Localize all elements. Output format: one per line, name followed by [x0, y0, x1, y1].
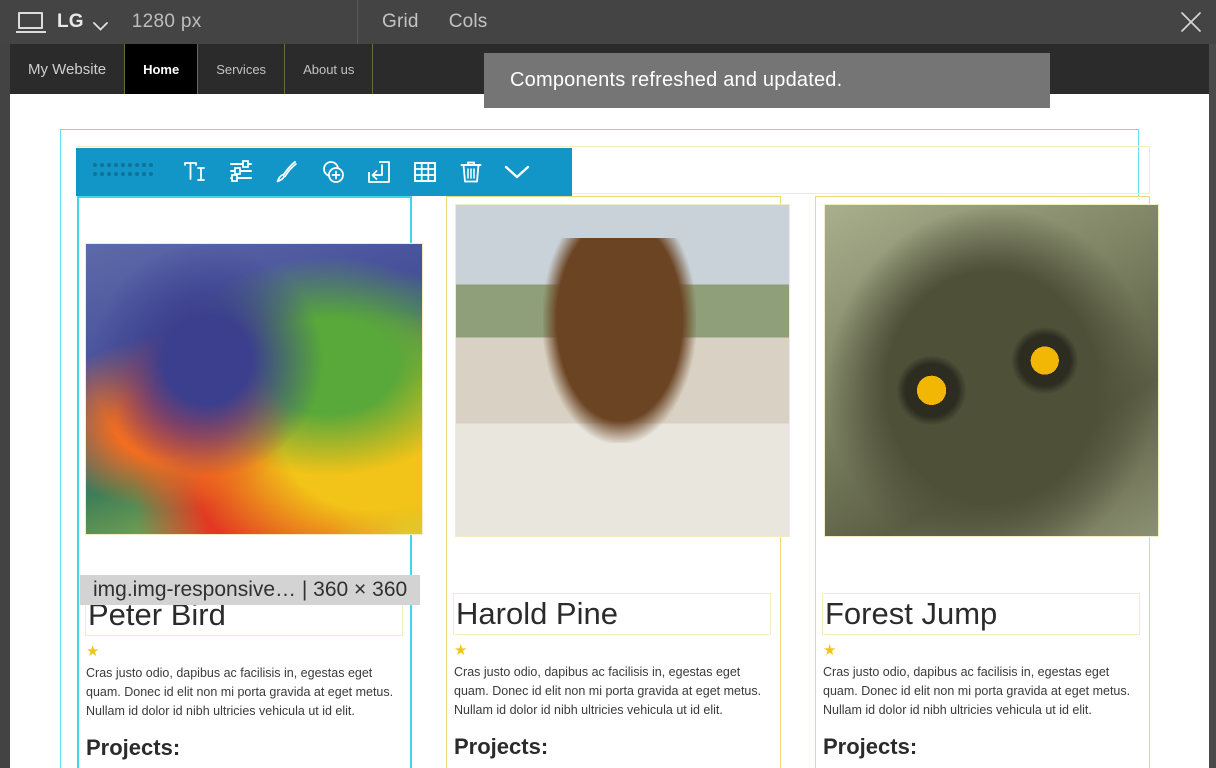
element-info-badge: img.img-responsive… | 360 × 360: [80, 575, 421, 605]
projects-heading: Projects:: [823, 734, 918, 759]
team-cards-row: Peter Bird ★ Cras justo odio, dapibus ac…: [77, 196, 1159, 768]
card-title-box[interactable]: Harold Pine: [453, 593, 771, 635]
grid-toggle-button[interactable]: Grid: [382, 11, 419, 33]
component-toolbar[interactable]: [76, 148, 572, 196]
settings-sliders-icon[interactable]: [218, 148, 264, 196]
parrot-photo[interactable]: [85, 243, 423, 535]
chevron-down-icon[interactable]: [92, 18, 108, 31]
nav-item-home[interactable]: Home: [125, 44, 199, 94]
team-card[interactable]: Forest Jump ★ Cras justo odio, dapibus a…: [815, 196, 1159, 768]
element-selector-label: img.img-responsive… | 360 × 360: [93, 578, 408, 601]
add-component-icon[interactable]: [310, 148, 356, 196]
team-card[interactable]: Peter Bird ★ Cras justo odio, dapibus ac…: [77, 196, 423, 768]
monitor-icon: [16, 11, 46, 33]
star-icon: ★: [86, 643, 100, 660]
trash-icon[interactable]: [448, 148, 494, 196]
editor-left-gutter: [0, 44, 10, 768]
device-toolbar-right: [1180, 11, 1216, 33]
cols-toggle-button[interactable]: Cols: [449, 11, 488, 33]
card-name: Harold Pine: [456, 596, 618, 631]
projects-heading: Projects:: [86, 735, 181, 760]
close-icon[interactable]: [1180, 11, 1202, 33]
toast-notification: Components refreshed and updated.: [484, 53, 1050, 108]
toast-message: Components refreshed and updated.: [510, 69, 843, 91]
team-card[interactable]: Harold Pine ★ Cras justo odio, dapibus a…: [446, 196, 790, 768]
nav-item-about-us[interactable]: About us: [285, 44, 374, 94]
card-name: Forest Jump: [825, 596, 998, 631]
navbar-brand[interactable]: My Website: [10, 44, 126, 94]
projects-heading: Projects:: [454, 734, 549, 759]
owl-photo[interactable]: [824, 204, 1159, 537]
horse-photo[interactable]: [455, 204, 790, 537]
view-options: Grid Cols: [358, 0, 488, 44]
device-selector[interactable]: LG 1280 px: [0, 0, 357, 44]
device-name-label: LG: [57, 11, 84, 32]
card-title-box[interactable]: Forest Jump: [822, 593, 1140, 635]
paintbrush-icon[interactable]: [264, 148, 310, 196]
table-grid-icon[interactable]: [402, 148, 448, 196]
editor-right-gutter: [1209, 44, 1216, 768]
chevron-down-icon[interactable]: [494, 148, 540, 196]
text-tool-icon[interactable]: [172, 148, 218, 196]
move-into-icon[interactable]: [356, 148, 402, 196]
card-description: Cras justo odio, dapibus ac facilisis in…: [86, 666, 394, 718]
card-description: Cras justo odio, dapibus ac facilisis in…: [454, 665, 762, 717]
star-icon: ★: [454, 642, 468, 659]
device-width-label: 1280 px: [131, 11, 202, 32]
card-description: Cras justo odio, dapibus ac facilisis in…: [823, 665, 1131, 717]
nav-item-services[interactable]: Services: [198, 44, 286, 94]
drag-handle-dots[interactable]: [76, 148, 172, 196]
device-toolbar: LG 1280 px Grid Cols: [0, 0, 1216, 44]
website-canvas[interactable]: My Website Home Services About us Our Am…: [10, 44, 1209, 768]
star-icon: ★: [823, 642, 837, 659]
